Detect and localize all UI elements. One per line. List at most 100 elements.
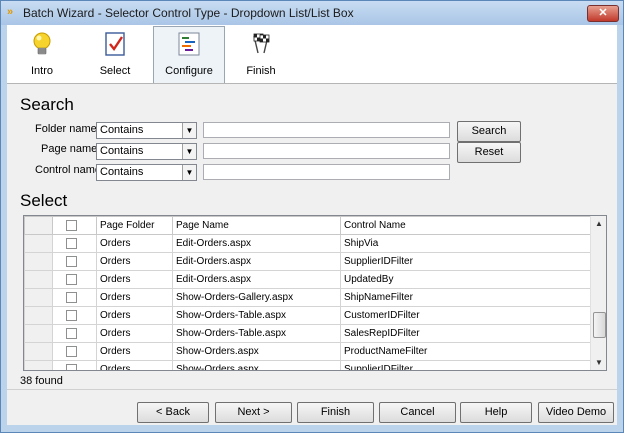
folder-name-input[interactable] [203, 122, 450, 138]
step-finish-label: Finish [246, 65, 276, 77]
cell-page-name: Edit-Orders.aspx [172, 270, 341, 289]
step-configure-label: Configure [165, 65, 213, 77]
app-icon: » [7, 6, 14, 18]
row-checkbox[interactable] [66, 237, 77, 249]
found-count: 38 found [20, 375, 63, 387]
cell-control-name: SupplierIDFilter [340, 360, 591, 370]
step-select[interactable]: Select [80, 27, 150, 81]
scrollbar-thumb[interactable] [593, 312, 606, 338]
cancel-button[interactable]: Cancel [379, 402, 456, 423]
row-checkbox-cell [52, 234, 97, 253]
reset-button[interactable]: Reset [457, 142, 521, 163]
cell-page-name: Show-Orders-Gallery.aspx [172, 288, 341, 307]
search-button[interactable]: Search [457, 121, 521, 142]
table-row[interactable]: Orders Show-Orders.aspx ProductNameFilte… [24, 342, 591, 361]
page-name-input[interactable] [203, 143, 450, 159]
row-checkbox[interactable] [66, 291, 77, 303]
search-section-title: Search [20, 95, 74, 114]
control-name-label: Control name: [35, 164, 105, 176]
row-header[interactable] [24, 324, 53, 343]
back-button[interactable]: < Back [137, 402, 209, 423]
row-checkbox[interactable] [66, 273, 77, 285]
control-operator-value: Contains [100, 166, 144, 178]
cell-page-folder: Orders [96, 234, 173, 253]
cell-control-name: ShipVia [340, 234, 591, 253]
row-header[interactable] [24, 270, 53, 289]
row-header[interactable] [24, 342, 53, 361]
finish-button[interactable]: Finish [297, 402, 374, 423]
folder-operator-value: Contains [100, 124, 144, 136]
scroll-down-arrow-icon[interactable]: ▼ [591, 355, 606, 370]
batch-wizard-window: » Batch Wizard - Selector Control Type -… [0, 0, 624, 433]
select-all-checkbox[interactable] [66, 219, 77, 231]
title-bar: » Batch Wizard - Selector Control Type -… [1, 1, 623, 25]
page-operator-value: Contains [100, 145, 144, 157]
cell-page-folder: Orders [96, 288, 173, 307]
checklist-icon [105, 32, 125, 56]
cell-page-name: Edit-Orders.aspx [172, 252, 341, 271]
row-header[interactable] [24, 306, 53, 325]
cell-page-name: Show-Orders.aspx [172, 342, 341, 361]
control-name-input[interactable] [203, 164, 450, 180]
cell-control-name: SupplierIDFilter [340, 252, 591, 271]
table-row[interactable]: Orders Show-Orders-Table.aspx SalesRepID… [24, 324, 591, 343]
row-checkbox[interactable] [66, 363, 77, 370]
grid-header-row: Page Folder Page Name Control Name [24, 216, 591, 235]
row-header[interactable] [24, 360, 53, 370]
column-header-page-name[interactable]: Page Name [172, 216, 341, 235]
row-checkbox-cell [52, 252, 97, 271]
page-operator-select[interactable]: Contains ▼ [96, 143, 197, 160]
column-header-control-name[interactable]: Control Name [340, 216, 591, 235]
row-checkbox-cell [52, 270, 97, 289]
wizard-client-area: Intro Select Configure Finish Search Fol… [7, 25, 617, 425]
help-button[interactable]: Help [460, 402, 532, 423]
video-demo-button[interactable]: Video Demo [538, 402, 614, 423]
chevron-down-icon[interactable]: ▼ [182, 123, 196, 138]
row-header[interactable] [24, 288, 53, 307]
chevron-down-icon[interactable]: ▼ [182, 165, 196, 180]
checkered-flags-icon [253, 33, 270, 54]
scroll-up-arrow-icon[interactable]: ▲ [591, 216, 606, 231]
row-header[interactable] [24, 252, 53, 271]
step-finish[interactable]: Finish [226, 27, 296, 81]
cell-page-folder: Orders [96, 360, 173, 370]
configure-icon [178, 32, 200, 56]
cell-page-name: Show-Orders.aspx [172, 360, 341, 370]
table-row[interactable]: Orders Show-Orders.aspx SupplierIDFilter [24, 360, 591, 370]
cell-control-name: ShipNameFilter [340, 288, 591, 307]
cell-control-name: CustomerIDFilter [340, 306, 591, 325]
row-checkbox[interactable] [66, 255, 77, 267]
row-checkbox-cell [52, 306, 97, 325]
cell-page-folder: Orders [96, 270, 173, 289]
column-header-page-folder[interactable]: Page Folder [96, 216, 173, 235]
cell-page-name: Show-Orders-Table.aspx [172, 306, 341, 325]
select-all-checkbox-cell [52, 216, 97, 235]
row-checkbox-cell [52, 324, 97, 343]
step-configure[interactable]: Configure [153, 26, 225, 83]
table-row[interactable]: Orders Show-Orders-Gallery.aspx ShipName… [24, 288, 591, 307]
controls-table: Page Folder Page Name Control Name Order… [24, 216, 591, 370]
folder-operator-select[interactable]: Contains ▼ [96, 122, 197, 139]
step-select-label: Select [99, 65, 131, 77]
table-row[interactable]: Orders Show-Orders-Table.aspx CustomerID… [24, 306, 591, 325]
row-checkbox-cell [52, 360, 97, 370]
window-title: Batch Wizard - Selector Control Type - D… [23, 6, 354, 20]
chevron-down-icon[interactable]: ▼ [182, 144, 196, 159]
step-intro[interactable]: Intro [7, 27, 77, 81]
control-operator-select[interactable]: Contains ▼ [96, 164, 197, 181]
next-button[interactable]: Next > [215, 402, 292, 423]
table-row[interactable]: Orders Edit-Orders.aspx SupplierIDFilter [24, 252, 591, 271]
row-checkbox-cell [52, 288, 97, 307]
grid-vertical-scrollbar[interactable]: ▲ ▼ [590, 216, 606, 370]
row-checkbox[interactable] [66, 309, 77, 321]
table-row[interactable]: Orders Edit-Orders.aspx ShipVia [24, 234, 591, 253]
cell-page-folder: Orders [96, 342, 173, 361]
folder-name-label: Folder name: [35, 123, 100, 135]
table-row[interactable]: Orders Edit-Orders.aspx UpdatedBy [24, 270, 591, 289]
row-header[interactable] [24, 234, 53, 253]
close-button[interactable]: ✕ [587, 5, 619, 22]
row-header-corner [24, 216, 53, 235]
row-checkbox[interactable] [66, 327, 77, 339]
row-checkbox[interactable] [66, 345, 77, 357]
cell-control-name: SalesRepIDFilter [340, 324, 591, 343]
